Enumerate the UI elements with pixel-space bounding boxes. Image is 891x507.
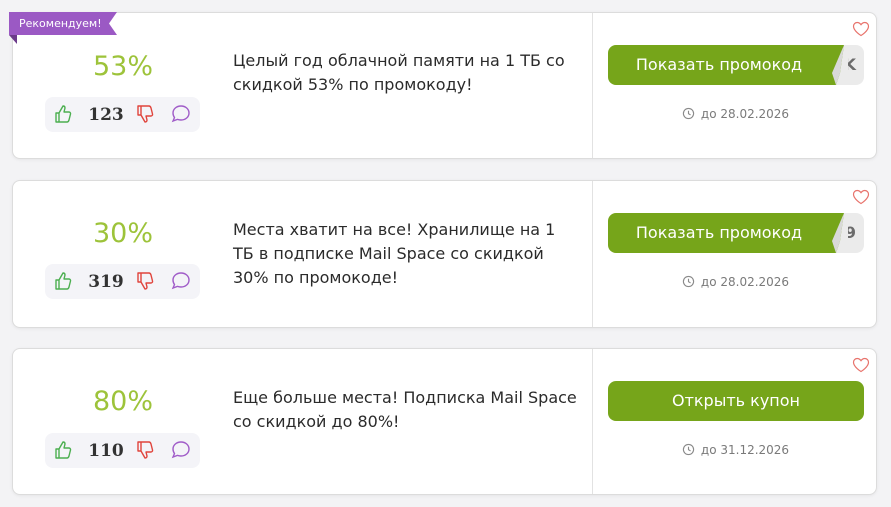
fold-corner [830,213,848,253]
heart-icon[interactable] [852,189,870,205]
expiry-text: до 28.02.2026 [700,107,790,121]
discount-value: 30% [92,218,153,249]
offer-action: Открыть купон до 31.12.2026 [592,349,878,494]
promo-code-control[interactable]: 9 Показать промокод [608,213,864,253]
offer-description: Целый год облачной памяти на 1 ТБ со ски… [233,51,565,94]
show-promo-button[interactable]: Показать промокод [608,45,844,85]
clock-icon [682,443,695,456]
vote-count: 110 [88,441,124,461]
thumbs-up-icon[interactable] [53,271,73,291]
offer-card: 80% 110 Еще больше места! Подписка Mail … [12,348,877,495]
thumbs-down-icon[interactable] [135,271,155,291]
offer-stats: 53% 123 [13,13,233,158]
vote-panel: 319 [45,264,200,299]
vote-count: 319 [88,272,124,292]
heart-icon[interactable] [852,357,870,373]
offer-description: Еще больше места! Подписка Mail Space со… [233,388,577,431]
offer-card: 30% 319 Места хватит на все! Хранилище н… [12,180,877,328]
fold-corner [830,45,848,85]
offer-action: K Показать промокод до 28.02.2026 [592,13,878,158]
offer-card: Рекомендуем! 53% 123 Целый год облачной … [9,12,878,159]
offer-action: 9 Показать промокод до 28.02.2026 [592,181,878,327]
promo-code-control[interactable]: K Показать промокод [608,45,864,85]
offer-description: Места хватит на все! Хранилище на 1 ТБ в… [233,220,556,287]
discount-value: 80% [92,386,153,417]
thumbs-down-icon[interactable] [135,104,155,124]
clock-icon [682,275,695,288]
clock-icon [682,107,695,120]
thumbs-up-icon[interactable] [53,104,73,124]
thumbs-up-icon[interactable] [53,440,73,460]
comment-icon[interactable] [171,271,191,291]
show-promo-button[interactable]: Показать промокод [608,213,844,253]
thumbs-down-icon[interactable] [135,440,155,460]
vote-count: 123 [88,105,124,125]
offer-stats: 80% 110 [13,349,233,494]
open-coupon-button[interactable]: Открыть купон [608,381,864,421]
comment-icon[interactable] [171,440,191,460]
expiry-text: до 28.02.2026 [700,275,790,289]
heart-icon[interactable] [852,21,870,37]
discount-value: 53% [92,51,153,82]
expiry-date: до 31.12.2026 [593,443,878,457]
expiry-text: до 31.12.2026 [700,443,790,457]
expiry-date: до 28.02.2026 [593,275,878,289]
vote-panel: 110 [45,433,200,468]
expiry-date: до 28.02.2026 [593,107,878,121]
offer-stats: 30% 319 [13,181,233,327]
comment-icon[interactable] [171,104,191,124]
vote-panel: 123 [45,97,200,132]
